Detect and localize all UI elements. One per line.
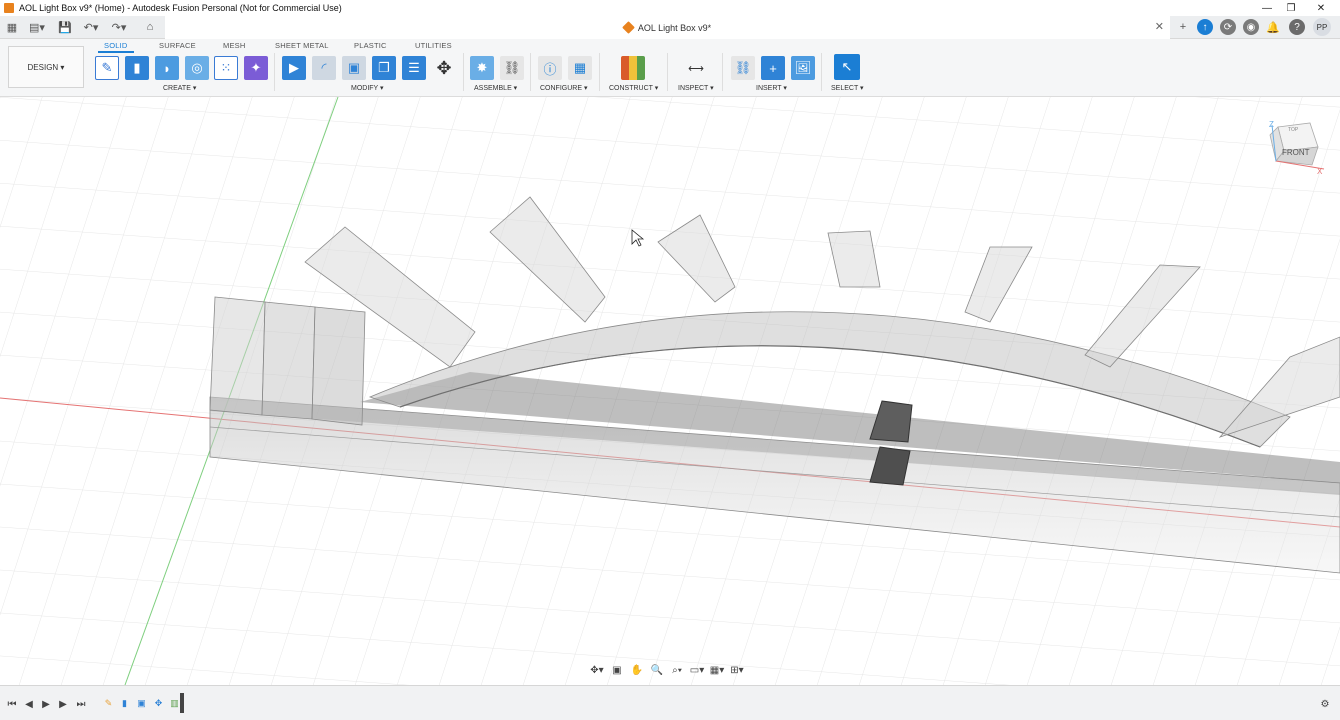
redo-icon[interactable]: ↷▾ (108, 20, 130, 34)
timeline-previous-icon[interactable]: ◀ (22, 697, 36, 711)
viewcube-top-label[interactable]: TOP (1288, 127, 1299, 133)
configure-design-icon[interactable]: ⓘ (538, 56, 562, 80)
viewcube-front-label[interactable]: FRONT (1282, 148, 1310, 157)
quick-access-bar: ▦ ▤▾ 💾 ↶▾ ↷▾ ⌂ AOL Light Box v9* ✕ + ↑ ⟳… (0, 16, 1340, 39)
canvas-viewport[interactable]: FRONT TOP Z X ✥▾ ▣ ✋ 🔍 ⌕▾ ▭▾ ▦▾ ⊞▾ (0, 97, 1340, 685)
undo-icon[interactable]: ↶▾ (80, 20, 102, 34)
insert-derive-icon[interactable]: ⛓ (731, 56, 755, 80)
document-tab-title: AOL Light Box v9* (637, 22, 712, 33)
timeline-move-icon[interactable]: ✥ (152, 697, 165, 710)
hole-icon[interactable]: ◎ (185, 56, 209, 80)
orbit-icon[interactable]: ✥▾ (588, 663, 606, 677)
timeline-extrude-icon[interactable]: ▮ (118, 697, 131, 710)
offset-plane-icon[interactable] (621, 56, 645, 80)
select-menu[interactable]: SELECT ▾ (831, 84, 864, 92)
new-tab-icon[interactable]: + (1176, 20, 1190, 34)
modify-menu[interactable]: MODIFY ▾ (351, 84, 384, 92)
group-separator (274, 53, 275, 91)
tab-solid[interactable]: SOLID (104, 41, 128, 50)
job-status-icon[interactable]: ⟳ (1220, 19, 1236, 35)
insert-mcmaster-icon[interactable]: + (761, 56, 785, 80)
group-separator (667, 53, 668, 91)
configure-menu[interactable]: CONFIGURE ▾ (540, 84, 587, 92)
shell-icon[interactable]: ▣ (342, 56, 366, 80)
new-component-icon[interactable]: ✸ (470, 56, 494, 80)
press-pull-icon[interactable]: ▶ (282, 56, 306, 80)
timeline-next-icon[interactable]: ▶ (56, 697, 70, 711)
zoom-window-icon[interactable]: ⌕▾ (668, 663, 686, 677)
model-canvas: FRONT TOP Z X (0, 97, 1340, 685)
end-block-2 (261, 301, 316, 420)
grid-settings-icon[interactable]: ▦▾ (708, 663, 726, 677)
notifications-icon[interactable]: 🔔 (1266, 20, 1280, 34)
home-icon[interactable]: ⌂ (140, 20, 160, 34)
tab-sheet-metal[interactable]: SHEET METAL (275, 41, 329, 50)
measure-icon[interactable]: ⟷ (684, 56, 708, 80)
online-status-icon[interactable]: ◉ (1243, 19, 1259, 35)
close-window-button[interactable]: ✕ (1306, 0, 1336, 16)
assemble-menu[interactable]: ASSEMBLE ▾ (474, 84, 517, 92)
create-menu[interactable]: CREATE ▾ (163, 84, 196, 92)
create-form-icon[interactable]: ✦ (244, 56, 268, 80)
user-avatar[interactable]: PP (1313, 18, 1331, 36)
timeline-settings-icon[interactable]: ⚙ (1318, 697, 1332, 711)
workspace-switcher[interactable]: DESIGN ▾ (8, 46, 84, 88)
extensions-icon[interactable]: ↑ (1197, 19, 1213, 35)
toolbar-ribbon: DESIGN ▾ SOLID SURFACE MESH SHEET METAL … (0, 39, 1340, 97)
tab-utilities[interactable]: UTILITIES (415, 41, 452, 50)
fillet-icon[interactable]: ◜ (312, 56, 336, 80)
group-separator (530, 53, 531, 91)
app-grid-icon[interactable]: ▦ (5, 20, 19, 34)
close-tab-icon[interactable]: ✕ (1155, 20, 1164, 33)
window-title-bar: AOL Light Box v9* (Home) - Autodesk Fusi… (0, 0, 1340, 16)
create-sketch-icon[interactable]: ✎ (95, 56, 119, 80)
help-icon[interactable]: ? (1289, 19, 1305, 35)
move-copy-icon[interactable]: ✥ (432, 56, 456, 80)
timeline-first-icon[interactable]: ⏮ (5, 697, 19, 711)
look-at-icon[interactable]: ▣ (608, 663, 626, 677)
timeline-bar: ⏮ ◀ ▶ ▶ ⏭ ✎ ▮ ▣ ✥ ▥ ⚙ (0, 685, 1340, 720)
inspect-menu[interactable]: INSPECT ▾ (678, 84, 714, 92)
end-block-3 (311, 306, 366, 426)
save-icon[interactable]: 💾 (58, 20, 72, 34)
window-title: AOL Light Box v9* (Home) - Autodesk Fusi… (19, 3, 342, 13)
timeline-marker[interactable] (180, 693, 184, 713)
viewcube-axis-z: Z (1269, 120, 1274, 129)
group-separator (599, 53, 600, 91)
insert-menu[interactable]: INSERT ▾ (756, 84, 787, 92)
construct-menu[interactable]: CONSTRUCT ▾ (609, 84, 658, 92)
group-separator (722, 53, 723, 91)
timeline-feature-icon[interactable]: ▣ (135, 697, 148, 710)
fusion-app-icon (4, 3, 14, 13)
group-separator (463, 53, 464, 91)
display-settings-icon[interactable]: ▭▾ (688, 663, 706, 677)
pattern-icon[interactable]: ⁙ (214, 56, 238, 80)
file-menu-icon[interactable]: ▤▾ (26, 20, 48, 34)
zoom-icon[interactable]: 🔍 (648, 663, 666, 677)
tab-mesh[interactable]: MESH (223, 41, 245, 50)
joint-icon[interactable]: ⛓ (500, 56, 524, 80)
active-tab-indicator (98, 51, 134, 53)
timeline-sketch-icon[interactable]: ✎ (102, 697, 115, 710)
document-tab[interactable]: AOL Light Box v9* ✕ (165, 16, 1170, 39)
viewports-icon[interactable]: ⊞▾ (728, 663, 746, 677)
design-cube-icon (622, 21, 635, 34)
timeline-play-icon[interactable]: ▶ (39, 697, 53, 711)
configuration-table-icon[interactable]: ▦ (568, 56, 592, 80)
select-arrow-icon[interactable]: ↖ (834, 54, 860, 80)
navigation-bar: ✥▾ ▣ ✋ 🔍 ⌕▾ ▭▾ ▦▾ ⊞▾ (588, 661, 746, 679)
tab-plastic[interactable]: PLASTIC (354, 41, 387, 50)
viewcube-axis-x: X (1317, 167, 1323, 176)
revolve-icon[interactable]: ◗ (155, 56, 179, 80)
group-separator (821, 53, 822, 91)
insert-canvas-icon[interactable]: 🖼 (791, 56, 815, 80)
pan-icon[interactable]: ✋ (628, 663, 646, 677)
end-block-1 (209, 296, 266, 416)
tab-surface[interactable]: SURFACE (159, 41, 196, 50)
timeline-last-icon[interactable]: ⏭ (74, 697, 88, 711)
extrude-icon[interactable]: ▮ (125, 56, 149, 80)
combine-icon[interactable]: ❐ (372, 56, 396, 80)
split-body-icon[interactable]: ☰ (402, 56, 426, 80)
maximize-button[interactable]: ❐ (1276, 0, 1306, 16)
